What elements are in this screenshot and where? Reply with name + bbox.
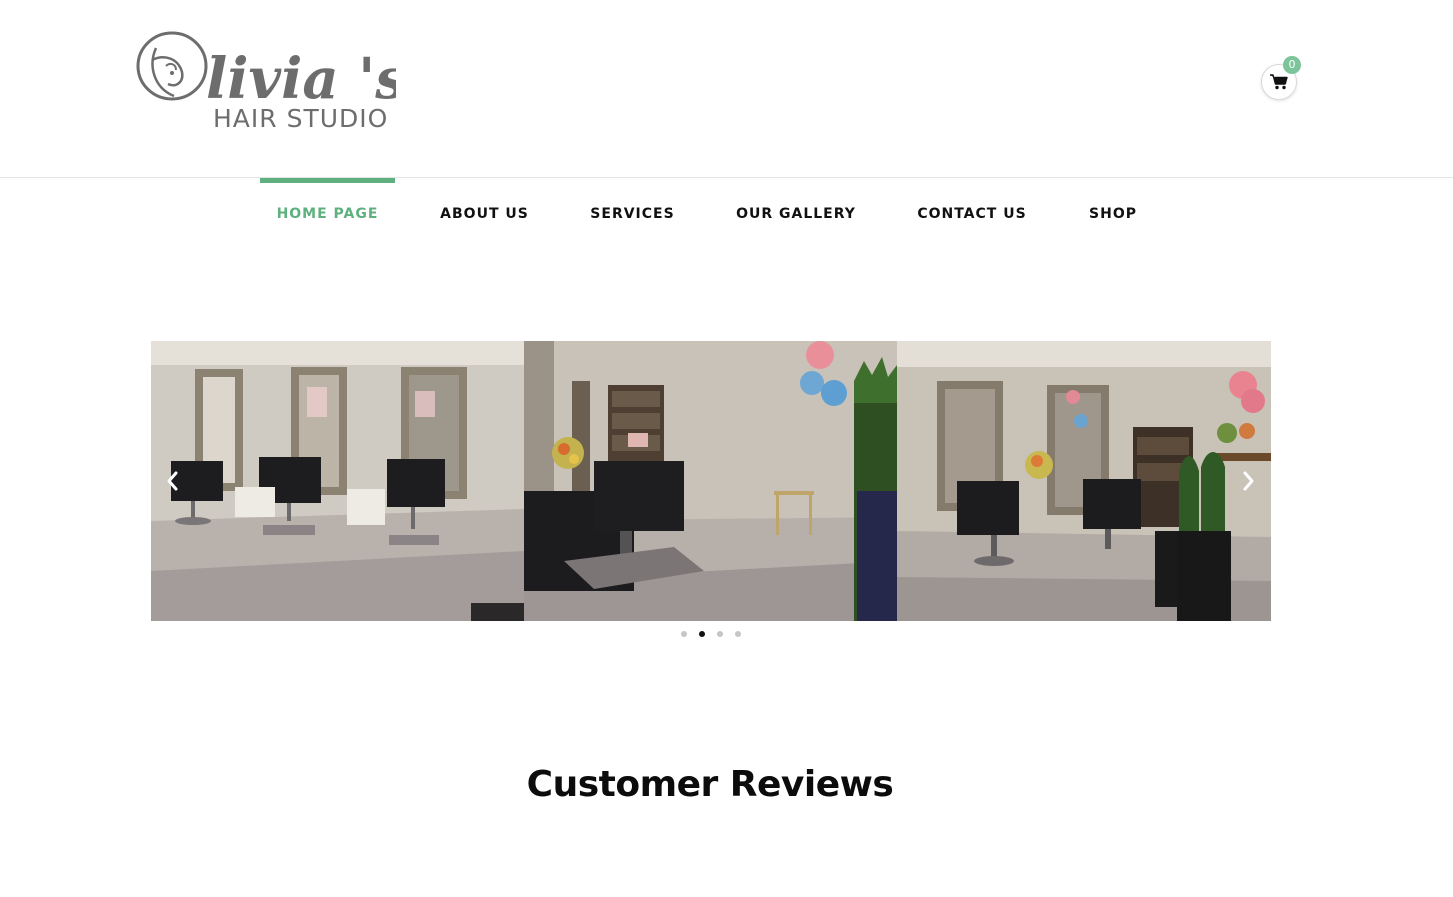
cart-icon (1270, 74, 1288, 90)
carousel-next-button[interactable] (1236, 468, 1260, 494)
nav-item-home-page[interactable]: HOME PAGE (260, 178, 395, 250)
carousel-slide-3[interactable] (897, 341, 1271, 621)
nav-item-shop[interactable]: SHOP (1079, 178, 1147, 250)
main-nav: HOME PAGE ABOUT US SERVICES OUR GALLERY … (0, 178, 1453, 250)
carousel-slide-2[interactable] (524, 341, 897, 621)
nav-item-about-us[interactable]: ABOUT US (432, 178, 537, 250)
logo-script-text: livia 's (206, 46, 396, 112)
chevron-right-icon (1243, 471, 1254, 491)
carousel-dot-1[interactable] (681, 631, 687, 637)
carousel-prev-button[interactable] (161, 468, 185, 494)
nav-item-contact-us[interactable]: CONTACT US (909, 178, 1035, 250)
salon-photo-2 (524, 341, 897, 621)
site-logo[interactable]: livia 's HAIR STUDIO (134, 26, 396, 134)
logo-subtitle-text: HAIR STUDIO (213, 104, 388, 133)
nav-item-our-gallery[interactable]: OUR GALLERY (727, 178, 865, 250)
carousel-dot-4[interactable] (735, 631, 741, 637)
logo-graphic: livia 's HAIR STUDIO (136, 31, 396, 133)
nav-item-services[interactable]: SERVICES (582, 178, 683, 250)
site-header: livia 's HAIR STUDIO 0 (0, 0, 1453, 178)
customer-reviews-heading: Customer Reviews (526, 764, 894, 805)
carousel-dot-3[interactable] (717, 631, 723, 637)
chevron-left-icon (167, 471, 178, 491)
carousel-dot-2[interactable] (699, 631, 705, 637)
salon-photo-1 (151, 341, 524, 621)
carousel-pagination (676, 628, 748, 640)
salon-photo-3 (897, 341, 1271, 621)
cart-count-badge: 0 (1283, 56, 1301, 74)
carousel-slide-1[interactable] (151, 341, 524, 621)
gallery-carousel[interactable] (151, 341, 1271, 621)
